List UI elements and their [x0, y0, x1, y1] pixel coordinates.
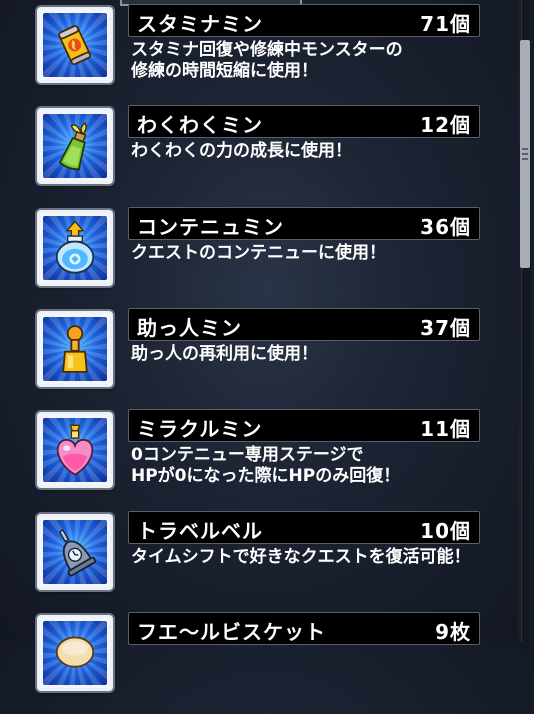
item-name: わくわくミン [137, 113, 263, 137]
scroll-thumb[interactable] [520, 40, 530, 268]
description-line: HPが0になった際にHPのみ回復！ [131, 466, 401, 486]
helper-bottle-icon [43, 317, 107, 381]
list-item-helper[interactable]: 助っ人ミン 37個 助っ人の再利用に使用！ [0, 308, 510, 410]
stamina-can-icon [43, 13, 107, 77]
scroll-grip-line [522, 158, 528, 160]
description-line: 助っ人の再利用に使用！ [131, 344, 318, 364]
list-item-stamina[interactable]: スタミナミン 71個 スタミナ回復や修練中モンスターの 修練の時間短縮に使用！ [0, 4, 510, 106]
item-description: 0コンテニュー専用ステージで HPが0になった際にHPのみ回復！ [131, 445, 501, 487]
continue-jar-icon [43, 216, 107, 280]
description-line: スタミナ回復や修練中モンスターの [131, 40, 403, 60]
item-name: 助っ人ミン [137, 316, 242, 340]
item-name: スタミナミン [137, 12, 263, 36]
item-icon-frame [37, 108, 113, 184]
item-name: トラベルベル [137, 519, 263, 543]
item-name-bar: フエ〜ルビスケット 9枚 [128, 612, 480, 645]
scroll-grip-line [522, 153, 528, 155]
item-name-bar: 助っ人ミン 37個 [128, 308, 480, 341]
item-description: クエストのコンテニューに使用！ [131, 243, 501, 264]
item-icon-frame [37, 615, 113, 691]
item-description: タイムシフトで好きなクエストを復活可能！ [131, 547, 501, 568]
item-icon-frame [37, 7, 113, 83]
biscuit-icon [43, 621, 107, 685]
item-name: コンテニュミン [137, 215, 284, 239]
sprout-bottle-icon [43, 114, 107, 178]
item-description: わくわくの力の成長に使用！ [131, 141, 501, 162]
item-name-bar: コンテニュミン 36個 [128, 207, 480, 240]
scrollbar[interactable] [518, 0, 532, 642]
item-description: スタミナ回復や修練中モンスターの 修練の時間短縮に使用！ [131, 40, 501, 82]
item-name-bar: スタミナミン 71個 [128, 4, 480, 37]
item-count: 12個 [420, 113, 471, 137]
item-name-bar: ミラクルミン 11個 [128, 409, 480, 442]
description-line: タイムシフトで好きなクエストを復活可能！ [131, 547, 471, 567]
list-item-biscuit[interactable]: フエ〜ルビスケット 9枚 [0, 612, 510, 714]
list-item-continue[interactable]: コンテニュミン 36個 クエストのコンテニューに使用！ [0, 207, 510, 309]
item-icon-frame [37, 311, 113, 387]
list-item-miracle[interactable]: ミラクルミン 11個 0コンテニュー専用ステージで HPが0になった際にHPのみ… [0, 409, 510, 511]
list-item-travel-bell[interactable]: トラベルベル 10個 タイムシフトで好きなクエストを復活可能！ [0, 511, 510, 613]
item-name-bar: わくわくミン 12個 [128, 105, 480, 138]
description-line: 修練の時間短縮に使用！ [131, 61, 318, 81]
item-count: 10個 [420, 519, 471, 543]
item-count: 9枚 [435, 620, 471, 644]
description-line: わくわくの力の成長に使用！ [131, 141, 352, 161]
description-line: 0コンテニュー専用ステージで [131, 445, 364, 465]
item-icon-frame [37, 514, 113, 590]
item-count: 37個 [420, 316, 471, 340]
list-item-wakuwaku[interactable]: わくわくミン 12個 わくわくの力の成長に使用！ [0, 105, 510, 207]
item-description: 助っ人の再利用に使用！ [131, 344, 501, 365]
item-name: ミラクルミン [137, 417, 263, 441]
heart-potion-icon [43, 418, 107, 482]
item-count: 71個 [420, 12, 471, 36]
scroll-grip-line [522, 148, 528, 150]
item-icon-frame [37, 412, 113, 488]
description-line: クエストのコンテニューに使用！ [131, 243, 386, 263]
item-name-bar: トラベルベル 10個 [128, 511, 480, 544]
item-count: 11個 [420, 417, 471, 441]
item-count: 36個 [420, 215, 471, 239]
item-name: フエ〜ルビスケット [137, 620, 326, 644]
bell-icon [43, 520, 107, 584]
item-icon-frame [37, 210, 113, 286]
